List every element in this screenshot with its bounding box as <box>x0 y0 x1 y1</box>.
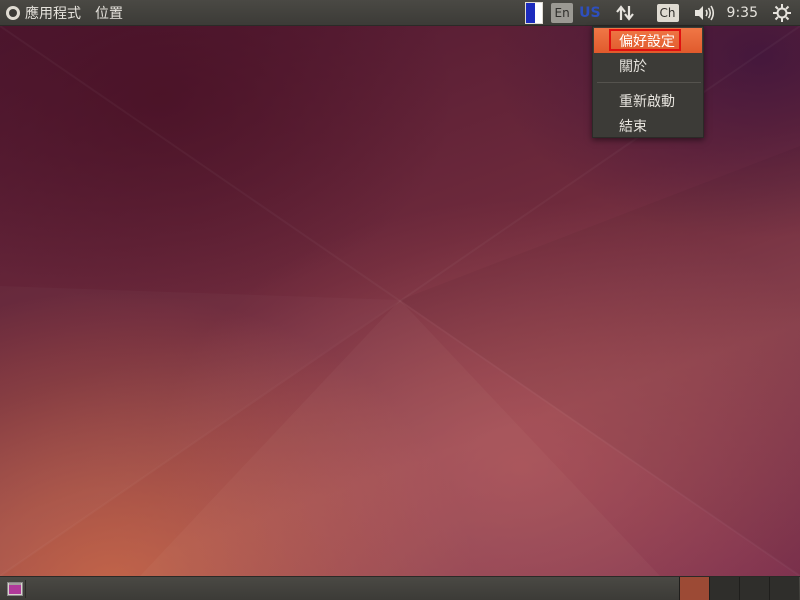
show-desktop-icon <box>6 582 23 596</box>
show-desktop-button[interactable] <box>4 580 26 598</box>
keyboard-icon[interactable]: En <box>551 3 574 23</box>
ubuntu-logo-icon[interactable] <box>6 5 20 20</box>
menu-item-restart[interactable]: 重新啟動 <box>594 88 702 113</box>
battery-icon <box>525 2 544 24</box>
workspace-4[interactable] <box>769 577 799 600</box>
system-dropdown-menu: 偏好設定 關於 重新啟動 結束 <box>592 26 704 138</box>
menu-item-label: 關於 <box>619 58 647 75</box>
system-tray: En US Ch 9:35 <box>525 0 800 26</box>
battery-indicator[interactable] <box>525 0 551 26</box>
workspace-switcher <box>679 577 799 600</box>
clock[interactable]: 9:35 <box>727 5 758 21</box>
menu-item-about[interactable]: 關於 <box>594 53 702 78</box>
volume-icon[interactable] <box>693 0 715 26</box>
menu-item-preferences[interactable]: 偏好設定 <box>594 28 702 53</box>
network-icon[interactable] <box>615 0 635 26</box>
top-panel: 應用程式 位置 En US Ch 9:35 <box>0 0 800 26</box>
workspace-3[interactable] <box>739 577 769 600</box>
menu-item-label: 結束 <box>619 118 647 135</box>
workspace-2[interactable] <box>709 577 739 600</box>
keyboard-layout-label[interactable]: US <box>579 5 600 21</box>
menu-separator <box>597 82 701 83</box>
menu-item-label: 重新啟動 <box>619 93 675 110</box>
applications-menu[interactable]: 應用程式 <box>25 3 81 23</box>
power-icon[interactable] <box>772 0 792 26</box>
highlight-outline <box>609 29 681 51</box>
menu-item-quit[interactable]: 結束 <box>594 113 702 138</box>
bottom-panel <box>0 576 800 600</box>
workspace-1[interactable] <box>679 577 709 600</box>
places-menu[interactable]: 位置 <box>95 3 123 23</box>
input-method-icon[interactable]: Ch <box>656 4 679 22</box>
